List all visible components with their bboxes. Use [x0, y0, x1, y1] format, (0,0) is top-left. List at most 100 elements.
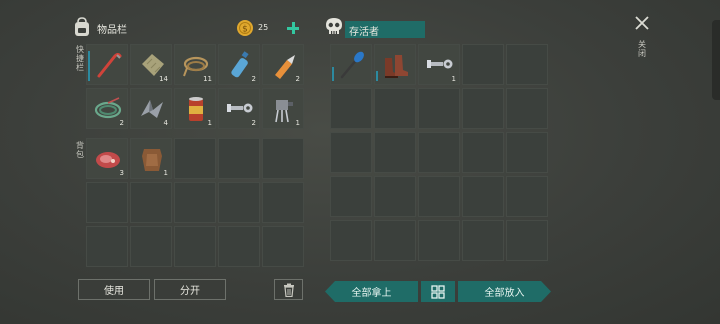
- container-slot[interactable]: [374, 44, 416, 85]
- container-slot[interactable]: [418, 220, 460, 261]
- backpack-slot[interactable]: [218, 226, 260, 267]
- hotbar-slot[interactable]: 1: [174, 88, 216, 129]
- backpack-slot[interactable]: 3: [86, 138, 128, 179]
- delete-button[interactable]: [274, 279, 303, 300]
- container-slot[interactable]: [330, 132, 372, 173]
- inventory-title: 物品栏: [97, 25, 127, 36]
- hotbar-slot[interactable]: [86, 44, 128, 85]
- bolt-nut-icon: [427, 59, 453, 69]
- screen-edge-handle: [712, 20, 720, 100]
- container-slot[interactable]: [506, 44, 548, 85]
- item-count: 2: [119, 119, 124, 127]
- split-button[interactable]: 分开: [154, 279, 226, 300]
- close-button[interactable]: 关闭: [630, 13, 654, 65]
- bolt-nut-icon: [227, 103, 253, 113]
- coin-icon: $: [237, 20, 253, 36]
- backpack-slot[interactable]: [218, 182, 260, 223]
- close-icon: [635, 16, 649, 30]
- item-count: 1: [163, 169, 168, 177]
- raw-meat-icon: [96, 152, 120, 168]
- container-slot[interactable]: [506, 88, 548, 129]
- trash-icon: [283, 283, 294, 297]
- backpack-slot[interactable]: [130, 182, 172, 223]
- container-slot[interactable]: [506, 220, 548, 261]
- backpack-slot[interactable]: [86, 182, 128, 223]
- backpack-slot[interactable]: [262, 182, 304, 223]
- item-count: 4: [163, 119, 168, 127]
- container-slot[interactable]: [330, 44, 372, 85]
- skull-icon: [326, 18, 342, 34]
- container-slot[interactable]: [330, 88, 372, 129]
- item-count: 3: [119, 169, 124, 177]
- backpack-icon: [75, 17, 89, 36]
- hotbar-label: 快捷栏: [76, 45, 84, 72]
- container-slot[interactable]: [462, 176, 504, 217]
- backpack-slot[interactable]: [218, 138, 260, 179]
- item-count: 1: [451, 75, 456, 83]
- container-slot[interactable]: [462, 132, 504, 173]
- container-slot[interactable]: [418, 88, 460, 129]
- item-count: 2: [251, 119, 256, 127]
- backpack-slot[interactable]: [174, 138, 216, 179]
- add-coins-button[interactable]: [283, 18, 303, 38]
- hotbar-slot[interactable]: 11: [174, 44, 216, 85]
- container-title-bar: 存活者: [345, 21, 425, 38]
- container-slot[interactable]: [374, 176, 416, 217]
- container-slot[interactable]: [374, 220, 416, 261]
- container-slot[interactable]: [462, 88, 504, 129]
- metal-scrap-icon: [141, 100, 163, 118]
- hotbar-slot[interactable]: 4: [130, 88, 172, 129]
- hotbar-slot[interactable]: 14: [130, 44, 172, 85]
- backpack-slot[interactable]: [86, 226, 128, 267]
- sort-button[interactable]: [421, 281, 455, 302]
- backpack-label: 背包: [76, 141, 84, 159]
- container-slot[interactable]: [374, 132, 416, 173]
- electronic-parts-icon: [275, 100, 293, 123]
- container-slot[interactable]: [374, 88, 416, 129]
- item-count: 1: [207, 119, 212, 127]
- container-slot[interactable]: [506, 132, 548, 173]
- hotbar-slot[interactable]: 2: [86, 88, 128, 129]
- container-slot[interactable]: 1: [418, 44, 460, 85]
- hotbar-slot[interactable]: 2: [218, 88, 260, 129]
- container-slot[interactable]: [462, 44, 504, 85]
- boots-icon: [385, 55, 408, 78]
- glue-icon: [275, 55, 295, 79]
- container-slot[interactable]: [418, 176, 460, 217]
- water-bottle-icon: [231, 51, 249, 78]
- item-count: 2: [295, 75, 300, 83]
- use-button[interactable]: 使用: [78, 279, 150, 300]
- item-count: 1: [295, 119, 300, 127]
- take-all-button[interactable]: 全部拿上: [325, 281, 418, 302]
- hotbar-slot[interactable]: 1: [262, 88, 304, 129]
- container-slot[interactable]: [462, 220, 504, 261]
- hotbar-slot[interactable]: 2: [218, 44, 260, 85]
- backpack-slot[interactable]: [262, 226, 304, 267]
- durability-bar: [88, 51, 90, 81]
- leather-hide-icon: [142, 149, 162, 171]
- wire-coil-icon: [94, 97, 122, 119]
- backpack-slot[interactable]: 1: [130, 138, 172, 179]
- hotbar-slot[interactable]: 2: [262, 44, 304, 85]
- item-count: 14: [159, 75, 168, 83]
- item-count: 2: [251, 75, 256, 83]
- container-slot[interactable]: [506, 176, 548, 217]
- container-slot[interactable]: [330, 176, 372, 217]
- container-slot[interactable]: [330, 220, 372, 261]
- container-slot[interactable]: [418, 132, 460, 173]
- put-all-button[interactable]: 全部放入: [458, 281, 551, 302]
- coin-count: 25: [258, 23, 269, 32]
- backpack-slot[interactable]: [262, 138, 304, 179]
- backpack-slot[interactable]: [130, 226, 172, 267]
- close-label: 关闭: [638, 40, 646, 58]
- backpack-slot[interactable]: [174, 226, 216, 267]
- grid-sort-icon: [431, 284, 445, 299]
- svg-text:$: $: [242, 25, 248, 35]
- durability-bar: [332, 67, 334, 81]
- backpack-slot[interactable]: [174, 182, 216, 223]
- crowbar-icon: [97, 53, 122, 78]
- canned-food-icon: [189, 97, 203, 121]
- container-title: 存活者: [349, 27, 379, 38]
- paddle-icon: [340, 51, 364, 79]
- durability-bar: [376, 71, 378, 81]
